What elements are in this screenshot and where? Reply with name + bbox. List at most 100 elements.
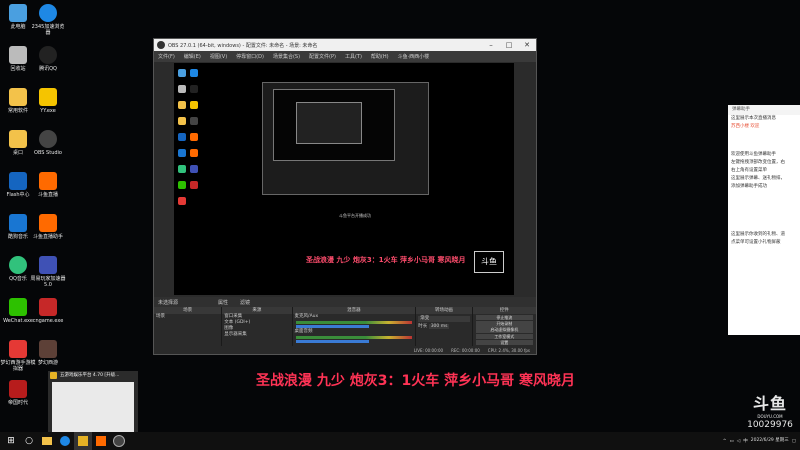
room-number: 10029976 <box>747 420 793 430</box>
taskbar: ⊞ ○ ^ ▭ ◁ 中 2022/6/29 星期三 ▢ <box>0 432 800 450</box>
transition-select[interactable]: 渐变 <box>418 316 470 322</box>
obs-title: OBS 27.0.1 (64-bit, windows) - 配置文件: 未命名… <box>168 42 318 49</box>
nested-preview-level2 <box>273 89 395 161</box>
desktop-volume-slider[interactable] <box>295 340 370 343</box>
preview-icon <box>178 133 186 141</box>
edge-icon[interactable] <box>56 432 74 450</box>
menu-file[interactable]: 文件(F) <box>158 53 175 60</box>
no-source-selected: 未选择源 <box>158 299 179 306</box>
menu-tools[interactable]: 工具(T) <box>345 53 362 60</box>
douyu-site: DOUYU.COM <box>757 414 783 419</box>
desktop-meter <box>295 336 413 339</box>
thumbnail-preview <box>52 382 134 432</box>
file-explorer-icon[interactable] <box>38 432 56 450</box>
preview-icon <box>178 181 186 189</box>
preview-icon <box>190 133 198 141</box>
menu-scene-collection[interactable]: 场景集合(S) <box>273 53 300 60</box>
start-button[interactable]: ⊞ <box>2 432 20 450</box>
minimize-icon[interactable]: – <box>482 39 500 51</box>
nested-preview-level3 <box>296 102 362 144</box>
rec-timer: REC: 00:00:00 <box>451 347 480 353</box>
obs-preview[interactable]: 斗鱼平台开播成功 圣战浪漫 九少 炮灰3：1火车 萍乡小马哥 寒风晓月 斗鱼 <box>174 63 514 295</box>
danmaku-panel: 弹幕助手 这里展示本次直播消息 苏西小楼 欢迎 欢迎使用斗鱼弹幕助手 左键拖拽顶… <box>728 105 800 335</box>
menu-douyu[interactable]: 斗鱼·西西小楼 <box>398 53 430 60</box>
preview-icon <box>190 165 198 173</box>
ime-icon[interactable]: 中 <box>743 438 748 444</box>
volume-icon[interactable]: ◁ <box>737 439 740 444</box>
menu-edit[interactable]: 编辑(E) <box>184 53 201 60</box>
cpu-usage: CPU: 2.4%, 30.00 fps <box>487 347 530 353</box>
desktop-icon-obs[interactable]: OBS Studio <box>30 130 66 156</box>
douyu-watermark: 斗鱼 DOUYU.COM 10029976 <box>740 390 800 430</box>
preview-icon <box>178 197 186 205</box>
chat-row: 这里展示本次直播消息 <box>731 116 776 121</box>
tray-chevron-up-icon[interactable]: ^ <box>723 439 727 444</box>
thumbnail-title-row: 五游戏娱乐平台 4.70 [升级... <box>48 371 138 380</box>
stream-caption: 圣战浪漫 九少 炮灰3：1火车 萍乡小马哥 寒风晓月 <box>256 373 575 389</box>
chat-row: 点菜单可设置小礼物屏蔽 <box>731 240 781 245</box>
taskbar-thumbnail[interactable]: 五游戏娱乐平台 4.70 [升级... <box>48 371 138 437</box>
search-icon[interactable]: ○ <box>20 432 38 450</box>
desktop-icon-2345-browser[interactable]: 2345加速浏览器 <box>30 4 66 36</box>
desktop-icon-douyu-live[interactable]: 斗鱼直播 <box>30 172 66 198</box>
preview-broadcast-status: 斗鱼平台开播成功 <box>339 213 371 218</box>
scene-item[interactable]: 场景 <box>154 314 221 320</box>
obs-taskbar-icon[interactable] <box>110 432 128 450</box>
game-platform-icon[interactable] <box>74 432 92 450</box>
source-item[interactable]: 显示器采集 <box>222 332 291 338</box>
sources-title: 来源 <box>222 307 292 314</box>
menu-view[interactable]: 视图(V) <box>210 53 227 60</box>
studio-mode-button[interactable]: 工作室模式 <box>475 333 533 340</box>
obs-statusbar: LIVE: 00:00:00 REC: 00:00:00 CPU: 2.4%, … <box>154 346 536 354</box>
network-icon[interactable]: ▭ <box>729 439 733 444</box>
desktop-icon-mhxy[interactable]: 梦幻西游 <box>30 340 66 366</box>
transitions-title: 转场动画 <box>416 307 472 314</box>
obs-titlebar[interactable]: OBS 27.0.1 (64-bit, windows) - 配置文件: 未命名… <box>154 39 536 51</box>
filters-button[interactable]: 滤镜 <box>240 299 250 306</box>
duration-input[interactable]: 300 ms <box>428 324 450 329</box>
preview-icon <box>190 117 198 125</box>
maximize-icon[interactable]: □ <box>500 39 518 51</box>
mic-volume-slider[interactable] <box>295 325 370 328</box>
desktop-icon-aoe[interactable]: 帝国时代 <box>0 380 36 406</box>
desktop-icon-qq[interactable]: 腾讯QQ <box>30 46 66 72</box>
controls-title: 控件 <box>472 307 536 314</box>
preview-icon <box>178 85 186 93</box>
menu-profile[interactable]: 配置文件(P) <box>309 53 336 60</box>
preview-icon <box>190 181 198 189</box>
desktop-icon-yy[interactable]: YY.exe <box>30 88 66 114</box>
settings-button[interactable]: 设置 <box>475 339 533 346</box>
douyu-icon[interactable] <box>92 432 110 450</box>
preview-icon <box>178 165 186 173</box>
notification-icon[interactable]: ▢ <box>792 439 796 444</box>
desktop-icon-accelerator[interactable]: 周易玩家加速器5.0 <box>30 256 66 288</box>
start-recording-button[interactable]: 开始录制 <box>475 321 533 327</box>
chat-row: 左键拖拽顶部改变位置，右 <box>731 160 785 165</box>
close-icon[interactable]: ✕ <box>518 39 536 51</box>
preview-douyu-logo: 斗鱼 <box>474 251 504 273</box>
clock[interactable]: 2022/6/29 星期三 <box>751 438 789 444</box>
live-timer: LIVE: 00:00:00 <box>413 347 444 353</box>
app-icon <box>50 372 57 379</box>
danmaku-header[interactable]: 弹幕助手 <box>728 105 800 115</box>
mixer-track-desktop: 桌面音频 <box>294 329 313 334</box>
preview-icon <box>190 85 198 93</box>
system-tray: ^ ▭ ◁ 中 2022/6/29 星期三 ▢ <box>723 432 796 450</box>
chat-row: 欢迎使用斗鱼弹幕助手 <box>731 152 776 157</box>
mic-meter <box>295 321 413 324</box>
chat-row: 右上角有设置菜单 <box>731 168 767 173</box>
preview-icon <box>178 101 186 109</box>
menu-docks[interactable]: 停靠窗口(D) <box>236 53 264 60</box>
chat-row: 这里展示弹幕、送礼物排， <box>731 176 785 181</box>
preview-icon <box>190 101 198 109</box>
docks-header: 未选择源 属性 滤镜 <box>154 297 536 307</box>
desktop-icon-douyu-assistant[interactable]: 斗鱼直播助手 <box>30 214 66 240</box>
obs-logo-icon <box>157 41 165 49</box>
preview-icon <box>190 69 198 77</box>
virtual-camera-button[interactable]: 启动虚拟摄像机 <box>475 327 533 333</box>
stop-streaming-button[interactable]: 停止推流 <box>475 314 533 321</box>
date: 2022/6/29 星期三 <box>750 438 789 443</box>
desktop-icon-cngame[interactable]: cngame.exe <box>30 298 66 324</box>
properties-button[interactable]: 属性 <box>218 299 228 306</box>
menu-help[interactable]: 帮助(H) <box>371 53 389 60</box>
